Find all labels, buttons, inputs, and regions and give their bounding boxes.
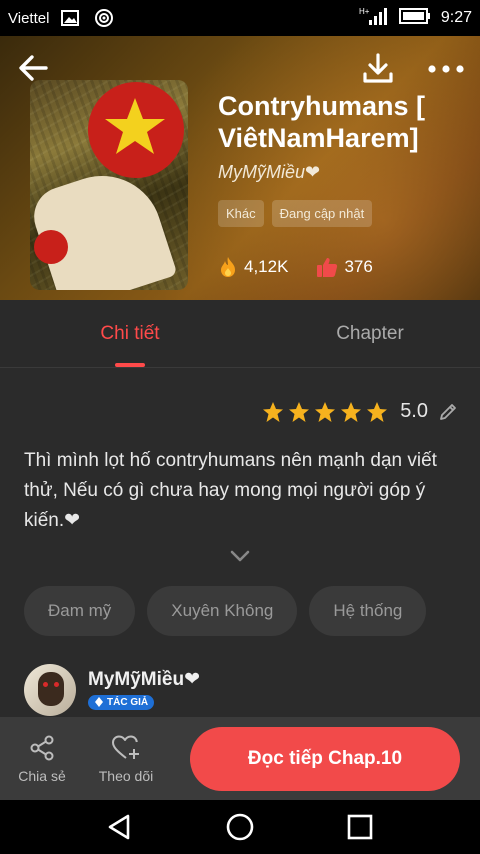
- nav-back-icon: [108, 814, 130, 840]
- download-icon: [363, 53, 393, 83]
- genre-chip[interactable]: Hệ thống: [309, 586, 427, 636]
- detail-tabs: Chi tiết Chapter: [0, 300, 480, 368]
- continue-reading-button[interactable]: Đọc tiếp Chap.10: [190, 726, 460, 791]
- share-icon: [30, 735, 54, 760]
- download-button[interactable]: [360, 50, 396, 86]
- system-nav-bar: [0, 800, 480, 854]
- tag-status: Đang cập nhật: [271, 200, 373, 227]
- likes-stat: 376: [316, 256, 373, 278]
- heart-plus-icon: [112, 735, 139, 759]
- thumbs-up-icon: [317, 258, 338, 277]
- genre-chip[interactable]: Xuyên Không: [147, 586, 298, 636]
- pen-nib-icon: [95, 697, 103, 708]
- author-name[interactable]: MyMỹMiều❤: [88, 668, 200, 691]
- author-row[interactable]: MyMỹMiều❤ TÁC GIẢ: [24, 664, 200, 716]
- share-button[interactable]: Chia sẻ: [0, 734, 84, 784]
- carrier-name: Viettel: [8, 9, 50, 27]
- author-badge: TÁC GIẢ: [88, 694, 155, 710]
- battery-icon: [398, 8, 431, 28]
- star-icon: [367, 401, 388, 422]
- nav-recents-button[interactable]: [340, 807, 380, 847]
- gallery-notification-icon: [59, 9, 81, 27]
- star-icon: [341, 401, 362, 422]
- story-cover: [30, 80, 188, 290]
- genre-chip[interactable]: Đam mỹ: [24, 586, 136, 636]
- rating-value: 5.0: [400, 400, 428, 422]
- likes-count: 376: [344, 257, 373, 276]
- story-title: Contryhumans [ ViêtNamHarem]: [218, 91, 426, 153]
- story-rating: 5.0: [262, 400, 458, 423]
- story-author[interactable]: MyMỹMiều❤: [218, 162, 320, 183]
- tab-details[interactable]: Chi tiết: [0, 300, 260, 367]
- star-icon: [289, 401, 310, 422]
- nav-back-button[interactable]: [100, 807, 140, 847]
- nav-recents-icon: [347, 814, 373, 840]
- views-count: 4,12K: [244, 257, 289, 276]
- nav-home-icon: [226, 813, 254, 841]
- signal-icon: H+: [359, 6, 389, 30]
- more-icon: [428, 65, 464, 73]
- story-header: Contryhumans [ ViêtNamHarem] MyMỹMiều❤ K…: [0, 36, 480, 300]
- story-tags: Khác Đang cập nhật: [218, 200, 373, 227]
- bottom-action-bar: Chia sẻ Theo dõi Đọc tiếp Chap.10: [0, 717, 480, 800]
- story-description: Thì mình lọt hố contryhumans nên mạnh dạ…: [24, 450, 437, 531]
- author-badge-label: TÁC GIẢ: [107, 696, 149, 708]
- chevron-down-icon: [230, 550, 250, 562]
- tag-category[interactable]: Khác: [218, 200, 264, 227]
- star-icon: [263, 401, 284, 422]
- story-stats: 4,12K 376: [218, 256, 373, 278]
- hotspot-icon: [93, 9, 115, 27]
- status-bar: Viettel H+ 9:27: [0, 0, 480, 36]
- follow-label: Theo dõi: [98, 767, 154, 784]
- author-avatar[interactable]: [24, 664, 76, 716]
- views-stat: 4,12K: [218, 256, 288, 278]
- follow-button[interactable]: Theo dõi: [84, 734, 168, 784]
- svg-text:H+: H+: [359, 7, 370, 16]
- clock: 9:27: [440, 9, 472, 26]
- star-icon: [315, 401, 336, 422]
- genre-list: Đam mỹ Xuyên Không Hệ thống: [24, 586, 427, 636]
- edit-icon[interactable]: [438, 402, 458, 422]
- more-options-button[interactable]: [424, 54, 468, 84]
- fire-icon: [221, 257, 235, 277]
- nav-home-button[interactable]: [220, 807, 260, 847]
- expand-description-button[interactable]: [228, 548, 252, 564]
- tab-chapters[interactable]: Chapter: [260, 300, 480, 367]
- share-label: Chia sẻ: [18, 767, 66, 784]
